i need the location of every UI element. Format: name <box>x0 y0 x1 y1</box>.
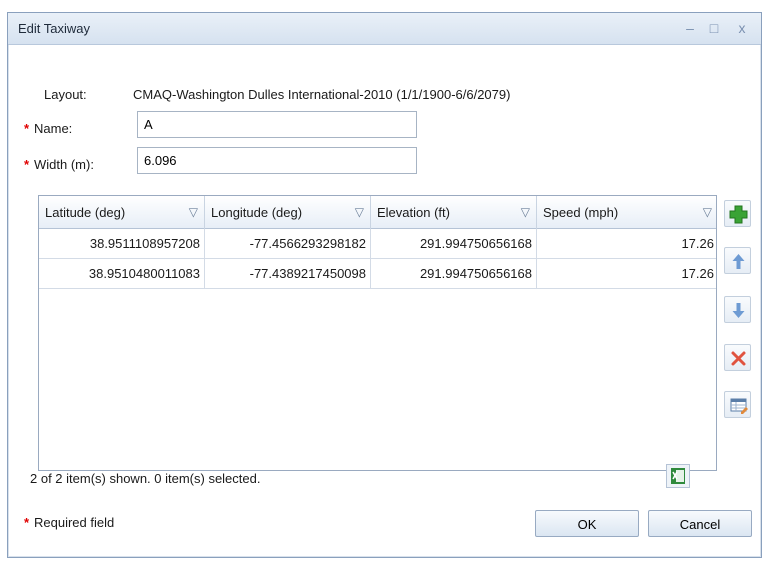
cell-longitude[interactable]: -77.4566293298182 <box>205 229 371 259</box>
minimize-button[interactable]: – <box>680 18 700 38</box>
delete-row-button[interactable] <box>724 344 751 371</box>
add-icon <box>729 205 748 224</box>
maximize-button[interactable]: □ <box>704 18 724 38</box>
cell-latitude[interactable]: 38.9511108957208 <box>39 229 205 259</box>
required-field-note: Required field <box>34 515 115 530</box>
close-button[interactable]: x <box>732 18 752 38</box>
edit-table-icon <box>730 398 748 414</box>
column-header-longitude[interactable]: Longitude (deg) ▽ <box>205 196 371 229</box>
name-label: Name: <box>34 121 73 136</box>
cancel-button[interactable]: Cancel <box>648 510 752 537</box>
required-marker: * <box>24 157 30 172</box>
width-label: Width (m): <box>34 157 94 172</box>
layout-label: Layout: <box>44 87 87 102</box>
layout-value: CMAQ-Washington Dulles International-201… <box>133 87 511 102</box>
coordinates-grid: Latitude (deg) ▽ Longitude (deg) ▽ Eleva… <box>38 195 717 471</box>
excel-icon <box>671 468 685 484</box>
grid-header: Latitude (deg) ▽ Longitude (deg) ▽ Eleva… <box>39 196 716 229</box>
column-header-speed[interactable]: Speed (mph) ▽ <box>537 196 718 229</box>
grid-status-text: 2 of 2 item(s) shown. 0 item(s) selected… <box>30 471 261 486</box>
edit-taxiway-dialog: Edit Taxiway – □ x Layout: CMAQ-Washingt… <box>7 12 762 558</box>
name-input[interactable] <box>137 111 417 138</box>
cell-speed[interactable]: 17.26 <box>537 229 718 259</box>
cell-speed[interactable]: 17.26 <box>537 259 718 289</box>
column-header-latitude[interactable]: Latitude (deg) ▽ <box>39 196 205 229</box>
table-row[interactable]: 38.9511108957208 -77.4566293298182 291.9… <box>39 229 716 259</box>
ok-button[interactable]: OK <box>535 510 639 537</box>
dialog-title: Edit Taxiway <box>18 21 91 36</box>
table-row[interactable]: 38.9510480011083 -77.4389217450098 291.9… <box>39 259 716 289</box>
add-row-button[interactable] <box>724 200 751 227</box>
filter-icon[interactable]: ▽ <box>189 196 198 229</box>
cell-elevation[interactable]: 291.994750656168 <box>371 259 537 289</box>
width-input[interactable] <box>137 147 417 174</box>
filter-icon[interactable]: ▽ <box>703 196 712 229</box>
column-header-elevation[interactable]: Elevation (ft) ▽ <box>371 196 537 229</box>
move-down-icon <box>732 303 745 318</box>
move-up-button[interactable] <box>724 247 751 274</box>
export-excel-button[interactable] <box>666 464 690 488</box>
cell-elevation[interactable]: 291.994750656168 <box>371 229 537 259</box>
edit-table-button[interactable] <box>724 391 751 418</box>
filter-icon[interactable]: ▽ <box>521 196 530 229</box>
move-up-icon <box>732 254 745 269</box>
cell-latitude[interactable]: 38.9510480011083 <box>39 259 205 289</box>
delete-icon <box>731 351 746 366</box>
required-marker: * <box>24 121 30 136</box>
move-down-button[interactable] <box>724 296 751 323</box>
title-bar[interactable]: Edit Taxiway – □ x <box>8 13 761 45</box>
required-marker: * <box>24 515 30 530</box>
filter-icon[interactable]: ▽ <box>355 196 364 229</box>
cell-longitude[interactable]: -77.4389217450098 <box>205 259 371 289</box>
